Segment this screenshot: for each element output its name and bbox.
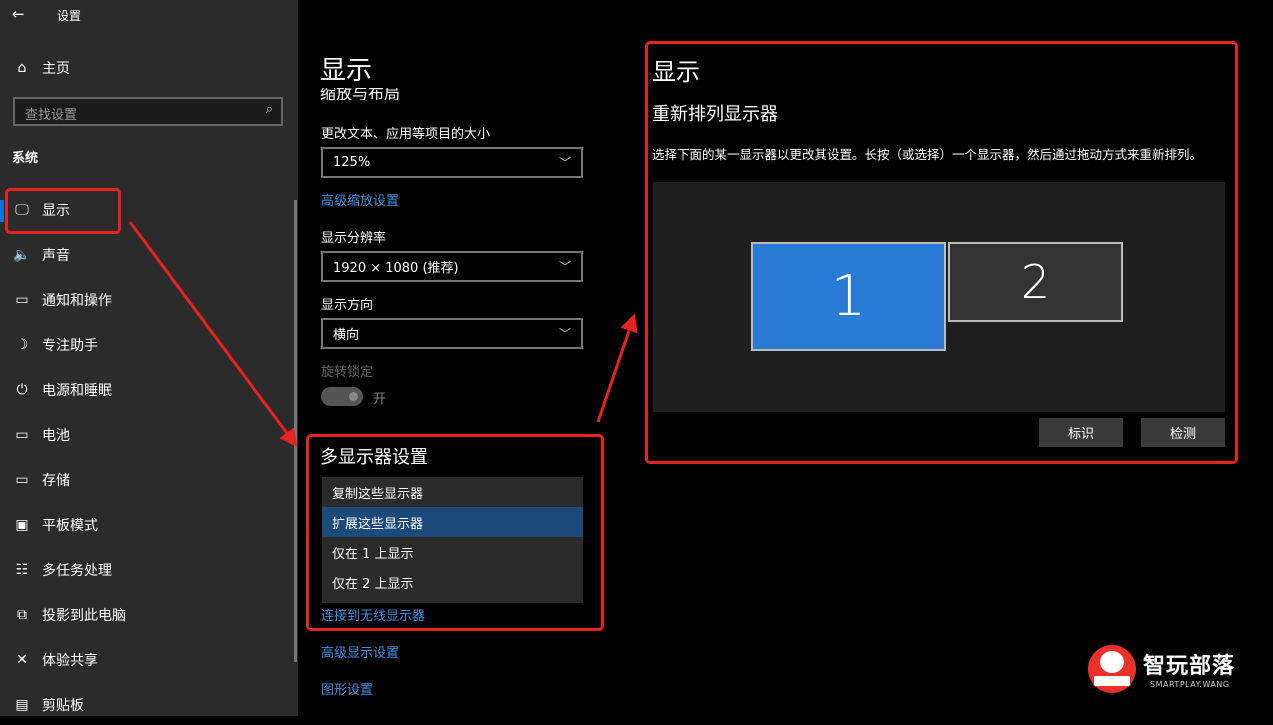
arrow-to-multi-display xyxy=(130,222,292,440)
watermark-name: 智玩部落 xyxy=(1143,648,1235,680)
annotation-arrows xyxy=(0,0,1273,716)
arrow-to-arrange xyxy=(598,322,632,422)
watermark-logo xyxy=(1088,645,1136,693)
watermark-url: SMARTPLAY.WANG xyxy=(1150,680,1230,689)
